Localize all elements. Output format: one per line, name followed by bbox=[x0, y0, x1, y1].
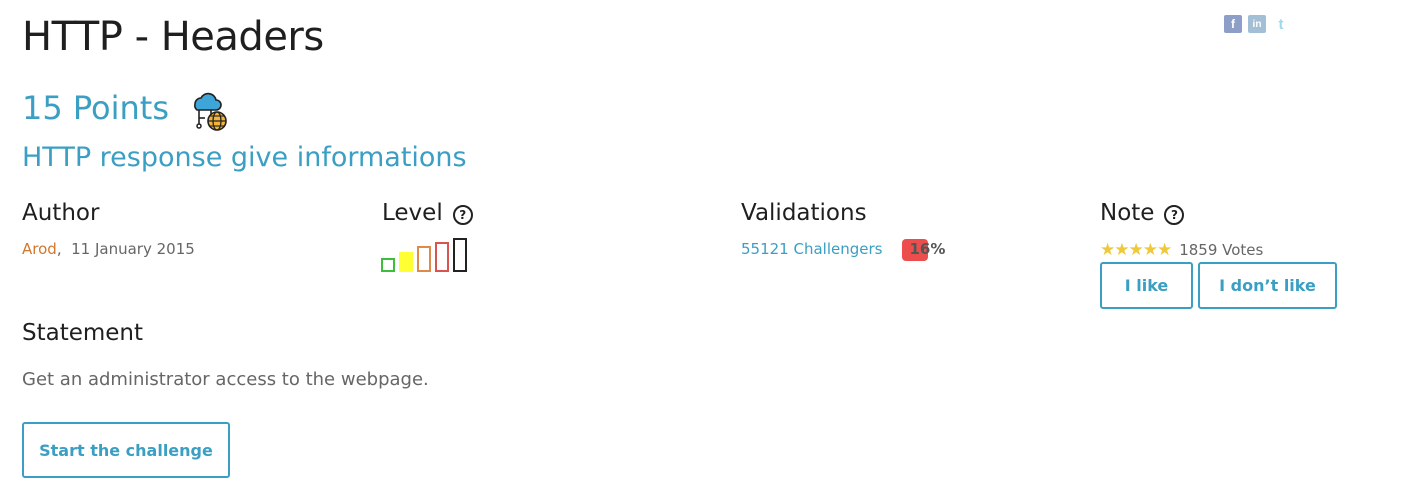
level-heading: Level ? bbox=[382, 198, 473, 228]
challenge-points: 15 Points bbox=[22, 89, 170, 127]
statement-text: Get an administrator access to the webpa… bbox=[22, 369, 429, 390]
rating-row: ★★★★★ 1859 Votes bbox=[1100, 240, 1337, 260]
author-section: Author Arod, 11 January 2015 bbox=[22, 198, 195, 258]
challenge-subtitle: HTTP response give informations bbox=[22, 142, 467, 173]
linkedin-icon[interactable]: in bbox=[1248, 15, 1266, 33]
note-heading: Note ? bbox=[1100, 198, 1337, 228]
social-share: f in t bbox=[1224, 15, 1290, 33]
star-rating-icon: ★★★★★ bbox=[1100, 240, 1172, 260]
level-bar-5 bbox=[453, 238, 467, 272]
level-bars bbox=[381, 238, 473, 272]
statement-heading: Statement bbox=[22, 320, 144, 346]
note-help-icon[interactable]: ? bbox=[1164, 204, 1185, 225]
challengers-link[interactable]: 55121 Challengers bbox=[741, 240, 882, 258]
publish-date: 11 January 2015 bbox=[71, 240, 195, 258]
validations-section: Validations 55121 Challengers 16% bbox=[741, 198, 945, 261]
level-section: Level ? bbox=[381, 198, 473, 272]
level-bar-2 bbox=[399, 252, 413, 272]
facebook-icon[interactable]: f bbox=[1224, 15, 1242, 33]
points-row: 15 Points bbox=[22, 84, 231, 132]
start-challenge-button[interactable]: Start the challenge bbox=[22, 422, 230, 478]
level-help-icon[interactable]: ? bbox=[452, 204, 473, 225]
votes-count: 1859 Votes bbox=[1179, 241, 1264, 259]
validations-heading: Validations bbox=[741, 200, 867, 226]
vote-buttons: I like I don’t like bbox=[1100, 262, 1337, 309]
level-bar-4 bbox=[435, 242, 449, 272]
level-bar-3 bbox=[417, 246, 431, 272]
author-meta: Arod, 11 January 2015 bbox=[22, 240, 195, 258]
author-heading: Author bbox=[22, 200, 100, 226]
cloud-network-globe-icon bbox=[194, 92, 227, 131]
author-link[interactable]: Arod bbox=[22, 240, 57, 258]
validations-meta: 55121 Challengers 16% bbox=[741, 239, 945, 261]
like-button[interactable]: I like bbox=[1100, 262, 1193, 309]
validation-percent-badge: 16% bbox=[902, 239, 945, 261]
note-section: Note ? ★★★★★ 1859 Votes I like I don’t l… bbox=[1100, 198, 1337, 309]
page-title: HTTP - Headers bbox=[22, 14, 324, 60]
twitter-icon[interactable]: t bbox=[1272, 15, 1290, 33]
level-bar-1 bbox=[381, 258, 395, 272]
dislike-button[interactable]: I don’t like bbox=[1198, 262, 1337, 309]
